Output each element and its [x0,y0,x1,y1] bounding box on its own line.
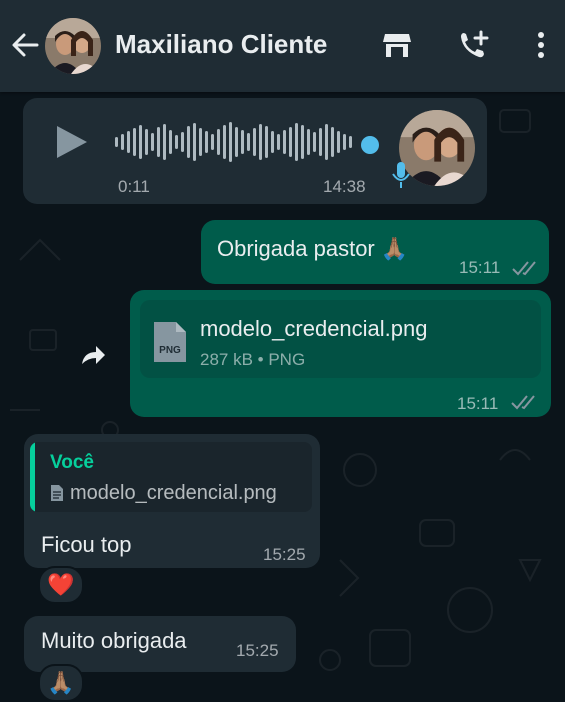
message-time: 15:11 [459,258,501,277]
message-text: Muito obrigada [41,628,187,653]
png-file-icon: PNG [154,322,186,362]
more-menu-icon[interactable] [528,28,562,62]
double-check-icon [511,395,535,410]
waveform-bar [193,123,196,161]
waveform-bar [241,130,244,154]
document-card[interactable]: PNG modelo_credencial.png 287 kB • PNG [140,300,541,378]
waveform-bar [313,132,316,152]
forward-icon[interactable] [74,338,108,372]
waveform-bar [325,124,328,160]
message-time: 14:38 [323,177,366,196]
waveform-bar [337,131,340,153]
waveform-bar [307,129,310,155]
waveform-bar [187,126,190,158]
waveform-bar [127,131,130,153]
png-icon-label: PNG [159,345,181,356]
waveform-bar [115,137,118,147]
audio-waveform[interactable] [115,120,355,164]
quote-accent-bar [30,442,35,512]
quote-text: modelo_credencial.png [70,482,277,504]
waveform-bar [265,126,268,158]
waveform-bar [145,129,148,155]
play-icon[interactable] [55,124,89,160]
waveform-bar [271,131,274,153]
waveform-bar [151,133,154,151]
waveform-bar [181,132,184,152]
message-time: 15:11 [457,394,499,413]
waveform-bar [343,134,346,150]
quote-author: Você [50,452,95,473]
waveform-bar [175,135,178,149]
store-icon[interactable] [380,28,414,62]
waveform-bar [223,125,226,159]
waveform-bar [217,129,220,155]
waveform-bar [199,128,202,156]
contact-name[interactable]: Maxiliano Cliente [115,29,327,60]
waveform-bar [157,127,160,157]
message-text: Obrigada pastor 🙏🏽 [217,236,409,261]
message-time: 15:25 [263,545,306,564]
add-call-icon[interactable] [457,28,491,62]
waveform-bar [163,124,166,160]
file-meta: 287 kB • PNG [200,350,306,369]
message-text: Ficou top [41,532,132,557]
waveform-bar [169,130,172,154]
reaction-heart[interactable]: ❤️ [38,566,84,604]
waveform-bar [283,130,286,154]
file-name: modelo_credencial.png [200,316,428,341]
waveform-bar [331,127,334,157]
audio-message[interactable]: 0:11 14:38 [23,98,487,204]
waveform-bar [277,134,280,150]
waveform-bar [295,123,298,161]
waveform-bar [301,125,304,159]
waveform-bar [235,127,238,157]
waveform-bar [247,133,250,151]
chat-header: Maxiliano Cliente [0,0,565,92]
document-icon [51,485,63,501]
audio-position: 0:11 [118,177,150,196]
message-time: 15:25 [236,641,279,660]
waveform-bar [349,136,352,148]
back-arrow-icon[interactable] [10,30,40,60]
reaction-praying-hands[interactable]: 🙏🏽 [38,664,84,702]
waveform-bar [121,134,124,150]
waveform-bar [205,131,208,153]
waveform-bar [289,127,292,157]
waveform-bar [253,128,256,156]
waveform-bar [319,128,322,156]
document-message[interactable]: PNG modelo_credencial.png 287 kB • PNG 1… [130,290,551,417]
waveform-bar [211,134,214,150]
avatar[interactable] [45,18,101,74]
waveform-bar [259,124,262,160]
audio-progress-dot[interactable] [361,136,379,154]
microphone-icon [392,162,410,188]
quoted-message[interactable]: Você modelo_credencial.png [30,442,312,512]
waveform-bar [139,125,142,159]
waveform-bar [229,122,232,162]
waveform-bar [133,128,136,156]
reply-message[interactable]: Você modelo_credencial.png Ficou top 15:… [24,434,320,568]
double-check-icon [512,261,536,276]
outgoing-message[interactable]: Obrigada pastor 🙏🏽 15:11 [201,220,549,284]
